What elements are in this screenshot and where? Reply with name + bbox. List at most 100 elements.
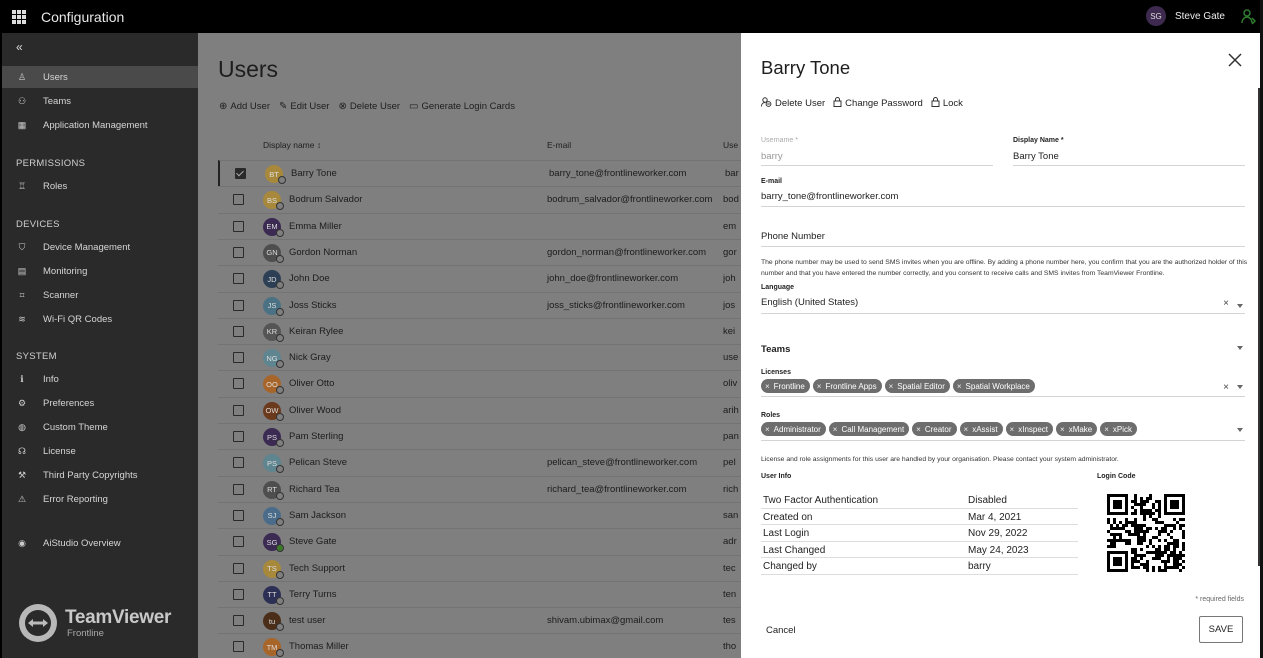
chip[interactable]: × xMake	[1056, 422, 1098, 436]
table-row[interactable]: SJ Sam Jackson san	[218, 501, 741, 528]
remove-chip-icon[interactable]: ×	[889, 382, 894, 391]
table-row[interactable]: tu test user shivam.ubimax@gmail.com tes	[218, 607, 741, 633]
language-select[interactable]: Language English (United States) ×	[761, 284, 1245, 314]
remove-chip-icon[interactable]: ×	[916, 425, 921, 434]
sidebar-item-application-management[interactable]: ▦ Application Management	[2, 114, 198, 136]
row-checkbox[interactable]	[235, 168, 246, 179]
user-menu[interactable]: SG Steve Gate	[1145, 6, 1225, 26]
table-row[interactable]: KR Keiran Rylee kei	[218, 317, 741, 344]
column-header-display-name[interactable]: Display name ↕	[263, 140, 321, 150]
sidebar-item-roles[interactable]: ♖ Roles	[2, 175, 198, 197]
table-row[interactable]: OW Oliver Wood arih	[218, 396, 741, 423]
chip[interactable]: × Spatial Editor	[884, 379, 950, 393]
edit-user-button[interactable]: ✎ Edit User	[279, 101, 329, 112]
chip[interactable]: × Creator	[912, 422, 957, 436]
table-row[interactable]: JD John Doe john_doe@frontlineworker.com…	[218, 265, 741, 291]
chip[interactable]: × Call Management	[828, 422, 910, 436]
chevron-down-icon[interactable]	[1237, 428, 1243, 432]
row-checkbox[interactable]	[233, 588, 244, 600]
sidebar-item-preferences[interactable]: ⚙ Preferences	[2, 392, 198, 414]
cancel-button[interactable]: Cancel	[766, 625, 796, 636]
table-row[interactable]: SG Steve Gate adr	[218, 528, 741, 554]
remove-chip-icon[interactable]: ×	[964, 425, 969, 434]
table-row[interactable]: GN Gordon Norman gordon_norman@frontline…	[218, 238, 741, 265]
remove-chip-icon[interactable]: ×	[1104, 425, 1109, 434]
sidebar-item-license[interactable]: ☊ License	[2, 440, 198, 462]
licenses-select[interactable]: Licenses × Frontline × Frontline Apps × Spati…	[761, 369, 1245, 397]
sidebar-item-users[interactable]: ♙ Users	[2, 66, 198, 88]
chip[interactable]: × Frontline	[761, 379, 810, 393]
chevron-down-icon[interactable]	[1237, 385, 1243, 389]
remove-chip-icon[interactable]: ×	[957, 382, 962, 391]
table-row[interactable]: JS Joss Sticks joss_sticks@frontlinework…	[218, 291, 741, 318]
sidebar-item-third-party-copyrights[interactable]: ⚒ Third Party Copyrights	[2, 464, 198, 486]
chevron-down-icon[interactable]	[1237, 346, 1243, 350]
chip[interactable]: × xAssist	[959, 422, 1003, 436]
chip[interactable]: × xInspect	[1005, 422, 1054, 436]
sidebar-item-custom-theme[interactable]: ◍ Custom Theme	[2, 416, 198, 438]
table-row[interactable]: TS Tech Support tec	[218, 554, 741, 581]
sort-icon[interactable]: ↕	[317, 140, 321, 150]
delete-user-button[interactable]: ⊗ Delete User	[338, 101, 400, 112]
row-checkbox[interactable]	[233, 352, 244, 364]
save-button[interactable]: SAVE	[1199, 616, 1243, 643]
sidebar-item-monitoring[interactable]: ▤ Monitoring	[2, 260, 198, 282]
display-name-field[interactable]: Display Name * Barry Tone	[1013, 137, 1245, 166]
sidebar-item-device-management[interactable]: ⛉ Device Management	[2, 236, 198, 258]
remove-chip-icon[interactable]: ×	[1060, 425, 1065, 434]
roles-select[interactable]: Roles × Administrator × Call Management × Cre…	[761, 412, 1245, 441]
row-checkbox[interactable]	[233, 220, 244, 232]
row-checkbox[interactable]	[233, 509, 244, 521]
table-row[interactable]: EM Emma Miller em	[218, 212, 741, 239]
row-checkbox[interactable]	[233, 562, 244, 574]
add-user-button[interactable]: ⊕ Add User	[219, 101, 270, 112]
delete-user-button[interactable]: Delete User	[761, 97, 825, 110]
remove-chip-icon[interactable]: ×	[817, 382, 822, 391]
row-checkbox[interactable]	[233, 536, 244, 548]
clear-language-icon[interactable]: ×	[1223, 298, 1229, 309]
remove-chip-icon[interactable]: ×	[1010, 425, 1015, 434]
table-row[interactable]: NG Nick Gray use	[218, 344, 741, 370]
sidebar-item-scanner[interactable]: ⌗ Scanner	[2, 284, 198, 306]
row-checkbox[interactable]	[233, 273, 244, 285]
row-checkbox[interactable]	[233, 194, 244, 206]
lock-button[interactable]: Lock	[931, 97, 963, 110]
sidebar-item-teams[interactable]: ⚇ Teams	[2, 90, 198, 112]
sidebar-item-error-reporting[interactable]: ⚠ Error Reporting	[2, 488, 198, 510]
table-row[interactable]: OO Oliver Otto oliv	[218, 370, 741, 396]
row-checkbox[interactable]	[233, 378, 244, 390]
collapse-sidebar-icon[interactable]: «	[16, 40, 23, 54]
chip[interactable]: × xPick	[1100, 422, 1138, 436]
row-checkbox[interactable]	[233, 325, 244, 337]
table-row[interactable]: PS Pam Sterling pan	[218, 423, 741, 449]
table-row[interactable]: RT Richard Tea richard_tea@frontlinework…	[218, 475, 741, 502]
sidebar-item-info[interactable]: ℹ Info	[2, 368, 198, 390]
remove-chip-icon[interactable]: ×	[765, 382, 770, 391]
chip[interactable]: × Frontline Apps	[812, 379, 882, 393]
row-checkbox[interactable]	[233, 299, 244, 311]
change-password-button[interactable]: Change Password	[833, 97, 923, 110]
chip[interactable]: × Spatial Workplace	[952, 379, 1035, 393]
row-checkbox[interactable]	[233, 615, 244, 627]
clear-licenses-icon[interactable]: ×	[1223, 382, 1229, 393]
app-grid-icon[interactable]	[12, 9, 26, 24]
chip[interactable]: × Administrator	[761, 422, 826, 436]
teamviewer-connect-icon[interactable]	[1235, 2, 1263, 31]
sidebar-item-wi-fi-qr-codes[interactable]: ≋ Wi-Fi QR Codes	[2, 308, 198, 330]
close-icon[interactable]	[1227, 52, 1243, 68]
phone-number-field[interactable]: Phone Number	[761, 223, 1245, 247]
table-row[interactable]: BT Barry Tone barry_tone@frontlineworker…	[218, 160, 741, 187]
row-checkbox[interactable]	[233, 431, 244, 442]
row-checkbox[interactable]	[233, 641, 244, 653]
column-header-username[interactable]: Use	[723, 140, 738, 150]
table-row[interactable]: TM Thomas Miller tho	[218, 633, 741, 658]
table-row[interactable]: PS Pelican Steve pelican_steve@frontline…	[218, 449, 741, 475]
row-checkbox[interactable]	[233, 246, 244, 258]
remove-chip-icon[interactable]: ×	[765, 425, 770, 434]
table-row[interactable]: BS Bodrum Salvador bodrum_salvador@front…	[218, 186, 741, 212]
chevron-down-icon[interactable]	[1237, 304, 1243, 308]
username-field[interactable]: Username * barry	[761, 137, 993, 166]
email-field[interactable]: E-mail barry_tone@frontlineworker.com	[761, 178, 1245, 207]
row-checkbox[interactable]	[233, 457, 244, 469]
row-checkbox[interactable]	[233, 404, 244, 416]
